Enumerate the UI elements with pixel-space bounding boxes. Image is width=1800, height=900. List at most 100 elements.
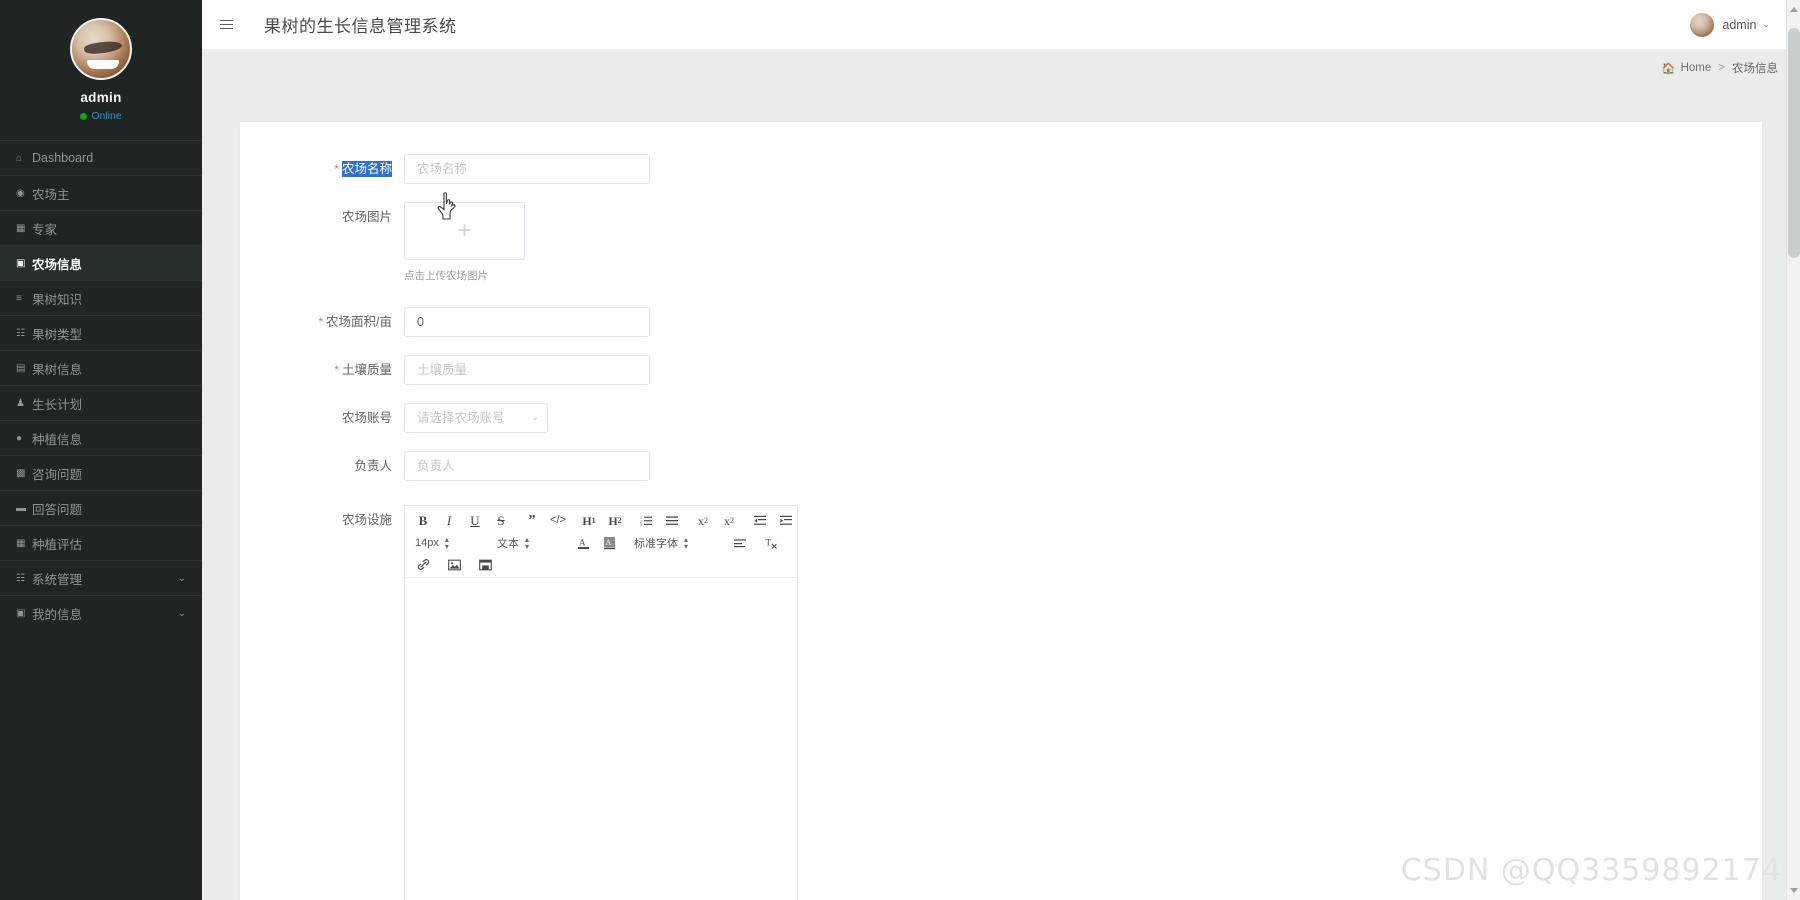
field-manager	[404, 451, 1762, 481]
sidebar-item-planting-info[interactable]: ● 种植信息	[0, 420, 202, 455]
topbar: 果树的生长信息管理系统 admin ⌄	[202, 0, 1800, 50]
label-text: 农场面积/亩	[326, 315, 392, 329]
font-size-value: 14px	[415, 536, 439, 549]
grid-icon: ☷	[16, 572, 25, 584]
sidebar-item-tree-type[interactable]: ☷ 果树类型	[0, 315, 202, 350]
app-root: admin Online ⌂ Dashboard ◉ 农场主 ▦ 专家 ▣ 农场…	[0, 0, 1800, 900]
label-text: 农场名称	[341, 161, 392, 177]
sidebar-item-tree-knowledge[interactable]: ≡ 果树知识	[0, 280, 202, 315]
outdent-icon[interactable]	[752, 513, 768, 529]
facilities-editor-body[interactable]	[405, 578, 797, 900]
form-row-farm-name: * 农场名称	[240, 154, 1762, 184]
avatar	[1690, 12, 1715, 37]
clear-format-icon[interactable]: T	[763, 535, 779, 551]
form-row-farm-image: 农场图片 + 点击上传农场图片	[240, 192, 1762, 283]
scroll-down-arrow-icon[interactable]	[1790, 888, 1798, 893]
editor-toolbar-row-1: B I U S ” </> H 1 H 2 1 2 3 x 2 x 2	[415, 512, 794, 529]
code-icon[interactable]: </>	[550, 513, 566, 529]
farm-account-select[interactable]: 请选择农场账号 ⌄	[404, 403, 548, 433]
form-row-facilities: 农场设施 B I U S ” </> H 1 H 2 1 2 3 x 2 x 2…	[240, 505, 1762, 900]
sidebar-item-dashboard[interactable]: ⌂ Dashboard	[0, 140, 202, 175]
sidebar-item-label: 种植评估	[32, 537, 83, 552]
svg-text:3: 3	[640, 523, 642, 526]
assess-icon: ▦	[16, 537, 26, 549]
farm-name-input[interactable]	[404, 154, 650, 184]
required-marker: *	[334, 363, 339, 377]
field-farm-image: + 点击上传农场图片	[404, 192, 1762, 283]
sidebar-nav: ⌂ Dashboard ◉ 农场主 ▦ 专家 ▣ 农场信息 ≡ 果树知识 ☷ 果…	[0, 140, 202, 630]
image-icon[interactable]	[446, 557, 462, 573]
form-row-farm-area: * 农场面积/亩	[240, 307, 1762, 337]
farm-area-input[interactable]	[404, 307, 650, 337]
avatar[interactable]	[70, 18, 132, 80]
text-color-icon[interactable]: A	[575, 535, 591, 551]
blockquote-icon[interactable]: ”	[524, 513, 540, 529]
sidebar-item-label: 生长计划	[32, 397, 83, 412]
sidebar-item-answer-question[interactable]: ▬ 回答问题	[0, 490, 202, 525]
breadcrumb-current: 农场信息	[1732, 63, 1778, 75]
label-farm-account: 农场账号	[341, 411, 392, 425]
sidebar-item-farm-info[interactable]: ▣ 农场信息	[0, 245, 202, 280]
scrollbar-thumb[interactable]	[1788, 28, 1800, 258]
sidebar-user-status: Online	[0, 110, 202, 122]
underline-icon[interactable]: U	[467, 513, 483, 529]
user-menu[interactable]: admin ⌄	[1690, 12, 1786, 37]
breadcrumb: 🏠 Home > 农场信息	[202, 50, 1800, 86]
sidebar-item-system-management[interactable]: ☷ 系统管理 ⌄	[0, 560, 202, 595]
superscript-icon[interactable]: x2	[721, 513, 737, 529]
sidebar-item-growth-plan[interactable]: ♟ 生长计划	[0, 385, 202, 420]
stepper-arrows-icon: ▴ ▾	[684, 534, 689, 551]
field-farm-account: 请选择农场账号 ⌄	[404, 403, 1762, 433]
heading-2-icon[interactable]: H2	[607, 513, 623, 529]
svg-text:A: A	[579, 537, 586, 547]
grid-icon: ☷	[16, 327, 25, 339]
soil-quality-input[interactable]	[404, 355, 650, 385]
label-manager: 负责人	[354, 459, 392, 473]
farm-account-select-value: 请选择农场账号	[404, 403, 548, 433]
sidebar-item-planting-assessment[interactable]: ▦ 种植评估	[0, 525, 202, 560]
bold-icon[interactable]: B	[415, 513, 431, 529]
page-title: 果树的生长信息管理系统	[264, 17, 457, 36]
farm-image-upload-button[interactable]: +	[404, 192, 525, 260]
hamburger-icon[interactable]	[206, 17, 246, 32]
sidebar-item-label: 果树知识	[32, 292, 83, 307]
italic-icon[interactable]: I	[441, 513, 457, 529]
sidebar-item-expert[interactable]: ▦ 专家	[0, 210, 202, 245]
align-left-icon[interactable]	[732, 535, 748, 551]
sidebar-user-name: admin	[80, 90, 122, 105]
form-row-soil-quality: * 土壤质量	[240, 355, 1762, 385]
breadcrumb-separator: >	[1718, 62, 1725, 74]
sidebar-item-label: 果树类型	[32, 327, 83, 342]
heading-1-icon[interactable]: H1	[581, 513, 597, 529]
text-style-select[interactable]: 文本 ▴ ▾	[497, 535, 571, 551]
background-color-icon[interactable]: A	[601, 535, 617, 551]
strikethrough-icon[interactable]: S	[493, 513, 509, 529]
breadcrumb-home[interactable]: Home	[1681, 62, 1712, 74]
sidebar-item-label: 我的信息	[32, 607, 83, 622]
page-scrollbar[interactable]	[1786, 0, 1800, 900]
scroll-up-arrow-icon[interactable]	[1790, 7, 1798, 12]
sidebar-item-my-info[interactable]: ▣ 我的信息 ⌄	[0, 595, 202, 630]
video-icon[interactable]	[477, 557, 493, 573]
required-marker: *	[334, 162, 339, 176]
sidebar-item-tree-info[interactable]: ▤ 果树信息	[0, 350, 202, 385]
person-icon: ♟	[16, 397, 25, 409]
sidebar-item-label: 种植信息	[32, 432, 83, 447]
font-size-select[interactable]: 14px ▴ ▾	[415, 535, 479, 551]
manager-input[interactable]	[404, 451, 650, 481]
answer-icon: ▬	[16, 502, 26, 514]
stepper-arrows-icon: ▴ ▾	[525, 534, 530, 551]
sidebar-item-consult-question[interactable]: ▩ 咨询问题	[0, 455, 202, 490]
unordered-list-icon[interactable]	[664, 513, 680, 529]
sidebar-item-label: 咨询问题	[32, 467, 83, 482]
link-icon[interactable]	[415, 557, 431, 573]
indent-icon[interactable]	[778, 513, 794, 529]
status-dot-online-icon	[80, 112, 88, 120]
sidebar-item-label: 回答问题	[32, 502, 83, 517]
font-family-select[interactable]: 标准字体 ▴ ▾	[634, 535, 722, 551]
status-label: Online	[91, 110, 122, 122]
ordered-list-icon[interactable]: 1 2 3	[638, 513, 654, 529]
subscript-icon[interactable]: x2	[695, 513, 711, 529]
sidebar-item-farmer[interactable]: ◉ 农场主	[0, 175, 202, 210]
content-scroll-area: *农场名称 农场图片 +	[202, 86, 1800, 900]
